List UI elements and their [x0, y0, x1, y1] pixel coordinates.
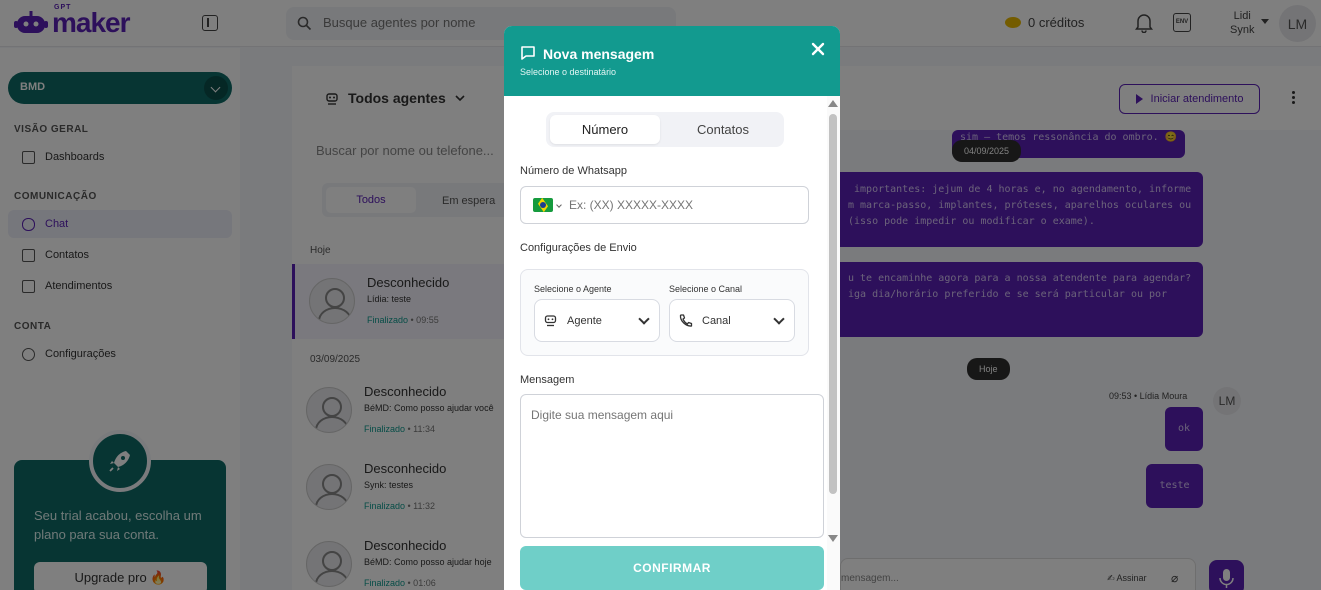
chevron-down-icon: [773, 313, 785, 325]
scrollbar-thumb[interactable]: [829, 114, 837, 494]
phone-field: [520, 186, 809, 224]
tab-contacts[interactable]: Contatos: [668, 115, 778, 144]
message-textarea[interactable]: [520, 394, 824, 538]
agent-select-value: Agente: [567, 315, 602, 327]
channel-select-value: Canal: [702, 315, 731, 327]
phone-icon: [678, 313, 693, 331]
channel-select-label: Selecione o Canal: [669, 284, 743, 294]
chevron-down-icon: [638, 313, 650, 325]
modal-header: Nova mensagem Selecione o destinatário: [504, 26, 840, 96]
modal-title: Nova mensagem: [543, 46, 655, 62]
chevron-down-icon[interactable]: [556, 202, 562, 208]
new-message-modal: Nova mensagem Selecione o destinatário N…: [504, 26, 840, 590]
message-label: Mensagem: [520, 374, 575, 386]
send-config-label: Configurações de Envio: [520, 242, 637, 254]
chat-bubble-icon: [520, 45, 536, 64]
agent-select[interactable]: Agente: [534, 299, 660, 342]
modal-subtitle: Selecione o destinatário: [520, 67, 617, 77]
scroll-down-arrow-icon[interactable]: [828, 535, 838, 542]
whatsapp-number-label: Número de Whatsapp: [520, 165, 627, 177]
phone-input[interactable]: [569, 198, 789, 212]
brazil-flag-icon[interactable]: [533, 198, 553, 212]
channel-select[interactable]: Canal: [669, 299, 795, 342]
close-icon[interactable]: [809, 40, 827, 58]
robot-icon: [543, 313, 558, 331]
tab-number[interactable]: Número: [550, 115, 660, 144]
agent-select-label: Selecione o Agente: [534, 284, 612, 294]
scroll-up-arrow-icon[interactable]: [828, 100, 838, 107]
send-config-box: Selecione o Agente Selecione o Canal Age…: [520, 269, 809, 356]
confirm-button[interactable]: CONFIRMAR: [520, 546, 824, 590]
